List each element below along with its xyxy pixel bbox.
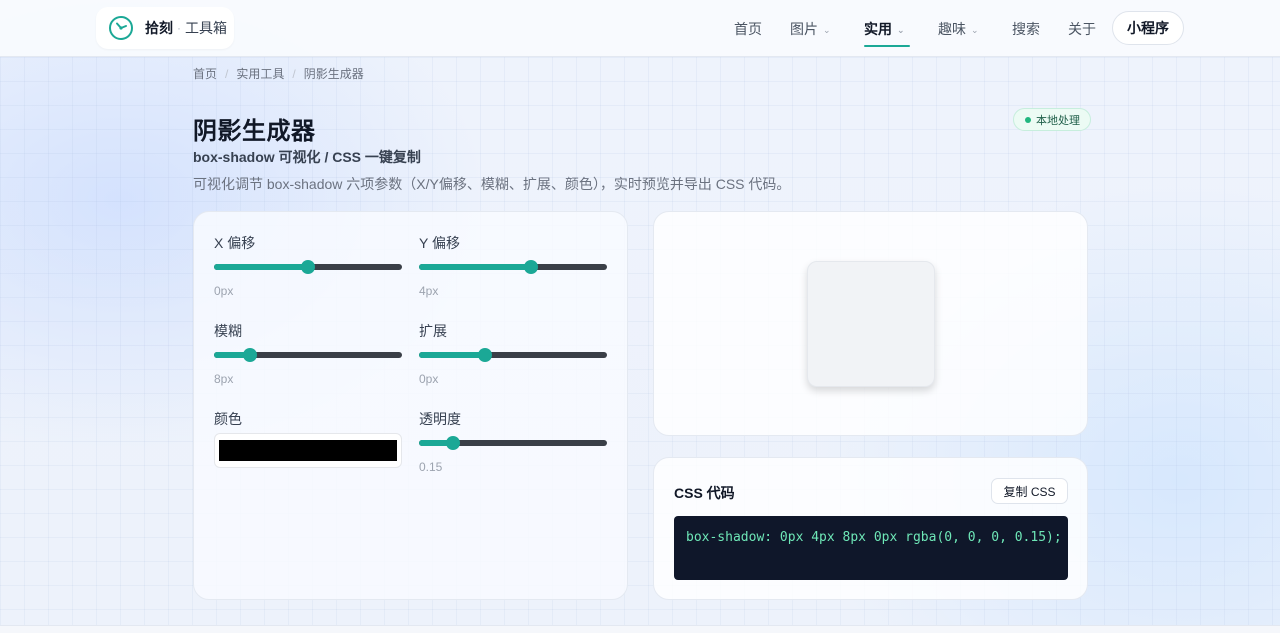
y-offset-label: Y 偏移 <box>419 235 460 251</box>
site-logo[interactable]: 拾刻 · 工具箱 <box>96 7 234 49</box>
css-code-title: CSS 代码 <box>674 485 735 501</box>
breadcrumb-utilities[interactable]: 实用工具 <box>236 65 284 82</box>
slider-fill <box>419 352 485 358</box>
slider-thumb[interactable] <box>523 260 538 274</box>
status-dot-icon <box>1025 116 1031 123</box>
active-nav-indicator <box>864 45 910 47</box>
slider-fill <box>419 264 531 270</box>
footer-edge <box>0 625 1280 633</box>
chevron-down-icon: ⌄ <box>823 24 831 35</box>
mini-program-button[interactable]: 小程序 <box>1112 11 1184 45</box>
blur-slider[interactable] <box>214 345 402 365</box>
top-navbar: 拾刻 · 工具箱 首页 图片 ⌄ 实用 ⌄ 趣味 ⌄ 搜索 关于 小程序 <box>0 0 1280 57</box>
nav-item-search[interactable]: 搜索 <box>1012 19 1040 39</box>
breadcrumb-current: 阴影生成器 <box>303 67 364 81</box>
nav-label: 首页 <box>734 21 762 37</box>
local-processing-badge: 本地处理 <box>1013 108 1091 131</box>
page-description: 可视化调节 box-shadow 六项参数（X/Y偏移、模糊、扩展、颜色），实时… <box>193 176 791 192</box>
logo-separator: · <box>177 21 181 35</box>
x-offset-label: X 偏移 <box>214 235 256 251</box>
copy-css-button[interactable]: 复制 CSS <box>991 478 1068 504</box>
opacity-value: 0.15 <box>419 460 443 474</box>
opacity-slider[interactable] <box>419 433 607 453</box>
color-control: 颜色 <box>214 409 402 468</box>
logo-subtitle: 工具箱 <box>185 20 227 36</box>
chevron-down-icon: ⌄ <box>971 24 979 35</box>
clock-icon <box>109 16 133 40</box>
spread-label: 扩展 <box>419 323 447 339</box>
shadow-controls-panel: X 偏移 0px Y 偏移 4px 模糊 8px 扩展 0px 颜色 透明度 0… <box>193 211 628 600</box>
y-offset-control: Y 偏移 4px <box>419 233 607 298</box>
breadcrumb-home[interactable]: 首页 <box>193 65 217 82</box>
shadow-preview-box <box>807 261 935 387</box>
breadcrumb-separator: / <box>292 66 296 81</box>
opacity-control: 透明度 0.15 <box>419 409 607 474</box>
color-picker[interactable] <box>214 433 402 468</box>
slider-thumb[interactable] <box>242 348 257 362</box>
nav-label: 搜索 <box>1012 21 1040 37</box>
breadcrumb-separator: / <box>225 66 229 81</box>
shadow-preview-panel <box>653 211 1088 436</box>
slider-thumb[interactable] <box>477 348 492 362</box>
badge-label: 本地处理 <box>1036 114 1080 127</box>
breadcrumb: 首页 / 实用工具 / 阴影生成器 <box>193 65 364 82</box>
x-offset-value: 0px <box>214 284 234 298</box>
opacity-label: 透明度 <box>419 411 461 427</box>
css-code-output: box-shadow: 0px 4px 8px 0px rgba(0, 0, 0… <box>674 516 1068 580</box>
page-subtitle: box-shadow 可视化 / CSS 一键复制 <box>193 149 421 165</box>
blur-value: 8px <box>214 372 234 386</box>
css-code-panel: CSS 代码 复制 CSS box-shadow: 0px 4px 8px 0p… <box>653 457 1088 600</box>
spread-value: 0px <box>419 372 439 386</box>
slider-thumb[interactable] <box>301 260 315 274</box>
color-swatch <box>219 440 397 461</box>
slider-thumb[interactable] <box>445 436 460 450</box>
logo-name: 拾刻 <box>145 20 173 36</box>
nav-item-home[interactable]: 首页 <box>734 19 762 39</box>
x-offset-control: X 偏移 0px <box>214 233 402 298</box>
slider-fill <box>214 264 308 270</box>
page-title: 阴影生成器 <box>193 118 316 145</box>
chevron-down-icon: ⌄ <box>897 24 905 35</box>
y-offset-slider[interactable] <box>419 257 607 277</box>
nav-item-images[interactable]: 图片 ⌄ <box>790 19 831 39</box>
nav-label: 图片 <box>790 21 818 37</box>
background-grid <box>0 57 1280 625</box>
x-offset-slider[interactable] <box>214 257 402 277</box>
nav-item-about[interactable]: 关于 <box>1068 19 1096 39</box>
color-label: 颜色 <box>214 411 242 427</box>
spread-control: 扩展 0px <box>419 321 607 386</box>
nav-label: 关于 <box>1068 21 1096 37</box>
nav-item-fun[interactable]: 趣味 ⌄ <box>938 19 979 39</box>
y-offset-value: 4px <box>419 284 439 298</box>
spread-slider[interactable] <box>419 345 607 365</box>
nav-label: 实用 <box>864 21 892 37</box>
nav-item-utilities[interactable]: 实用 ⌄ <box>864 19 905 39</box>
blur-control: 模糊 8px <box>214 321 402 386</box>
nav-label: 趣味 <box>938 21 966 37</box>
blur-label: 模糊 <box>214 323 242 339</box>
